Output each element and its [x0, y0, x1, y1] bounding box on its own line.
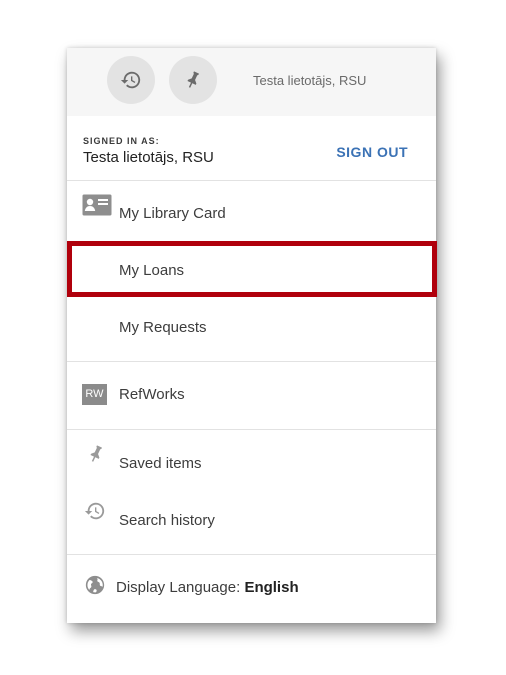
search-history-label: Search history	[119, 512, 215, 529]
menu-item-search-history[interactable]: Search history	[67, 492, 436, 549]
signed-in-section: SIGNED IN AS: Testa lietotājs, RSU SIGN …	[67, 116, 436, 181]
id-card-icon	[82, 194, 112, 216]
menu-item-saved-items[interactable]: Saved items	[67, 435, 436, 492]
user-menu-panel: Testa lietotājs, RSU SIGNED IN AS: Testa…	[67, 48, 436, 623]
signed-in-name: Testa lietotājs, RSU	[83, 149, 214, 166]
library-card-label: My Library Card	[119, 205, 226, 222]
sign-out-button[interactable]: SIGN OUT	[336, 144, 408, 160]
search-history-button[interactable]	[107, 56, 155, 104]
menu-divider	[67, 429, 436, 430]
saved-items-button[interactable]	[169, 56, 217, 104]
header-username: Testa lietotājs, RSU	[253, 73, 367, 88]
menu-item-my-loans[interactable]: My Loans	[67, 242, 436, 299]
pin-icon	[90, 445, 102, 462]
refworks-badge-icon: RW	[82, 384, 107, 405]
display-language-value: English	[244, 579, 299, 596]
refworks-label: RefWorks	[119, 386, 185, 403]
my-requests-label: My Requests	[119, 319, 207, 336]
menu-item-my-requests[interactable]: My Requests	[67, 299, 436, 356]
my-loans-label: My Loans	[119, 262, 185, 279]
saved-items-label: Saved items	[119, 455, 202, 472]
menu-item-library-card[interactable]: My Library Card	[67, 185, 436, 242]
menu-divider	[67, 554, 436, 555]
display-language-selector[interactable]: Display Language: English	[67, 559, 436, 616]
globe-icon	[85, 575, 105, 595]
display-language-prefix: Display Language	[116, 579, 237, 596]
menu-item-refworks[interactable]: RW RefWorks	[67, 366, 436, 423]
pin-icon	[187, 71, 199, 88]
menu-divider	[67, 361, 436, 362]
history-icon	[120, 71, 141, 89]
history-icon	[84, 502, 105, 520]
user-menu-header: Testa lietotājs, RSU	[67, 48, 436, 116]
display-language-separator: :	[236, 579, 241, 596]
signed-in-caption: SIGNED IN AS:	[83, 136, 160, 146]
display-language-label: Display Language: English	[116, 559, 299, 616]
